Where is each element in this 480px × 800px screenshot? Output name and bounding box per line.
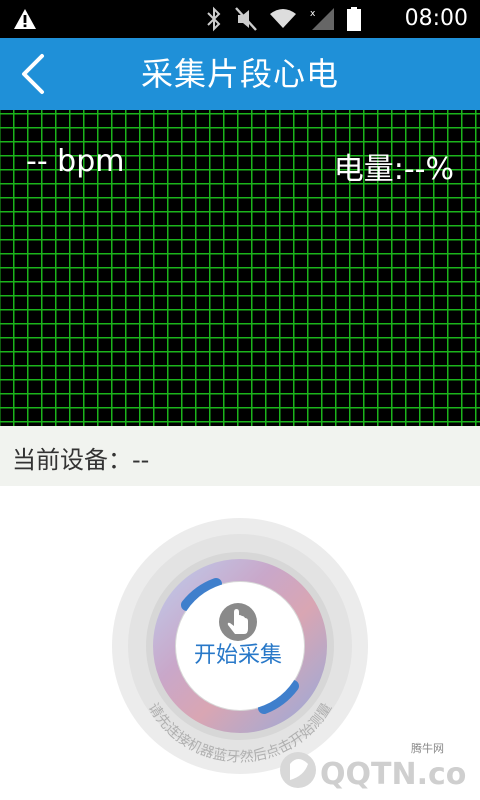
app-header: 采集片段心电 [0,38,480,110]
start-button-label[interactable]: 开始采集 [194,643,282,668]
watermark-brand: QQTN.com [320,757,466,792]
wifi-icon [270,9,296,28]
site-watermark: 腾牛网 QQTN.com [280,741,466,792]
bluetooth-icon [207,6,221,32]
clock: 08:00 [404,6,468,31]
device-battery-readout: 电量:--% [333,152,454,187]
chevron-left-icon[interactable] [16,52,56,96]
status-bar: x 08:00 [0,0,480,38]
svg-text:x: x [310,9,316,19]
ecg-grid-panel: -- bpm 电量:--% [0,110,480,426]
start-measurement-dial[interactable]: 开始采集 请先连接机器蓝牙然后点击开始测量 [110,516,370,776]
current-device-bar: 当前设备：-- [0,426,480,486]
warning-icon [14,9,36,29]
signal-icon: x [310,8,334,30]
battery-icon [347,7,361,31]
mute-icon [235,7,257,31]
touch-icon [219,603,257,641]
watermark-small-text: 腾牛网 [411,741,444,755]
page-title: 采集片段心电 [140,55,339,93]
heart-rate-readout: -- bpm [26,144,125,179]
current-device-label: 当前设备：-- [12,446,150,474]
